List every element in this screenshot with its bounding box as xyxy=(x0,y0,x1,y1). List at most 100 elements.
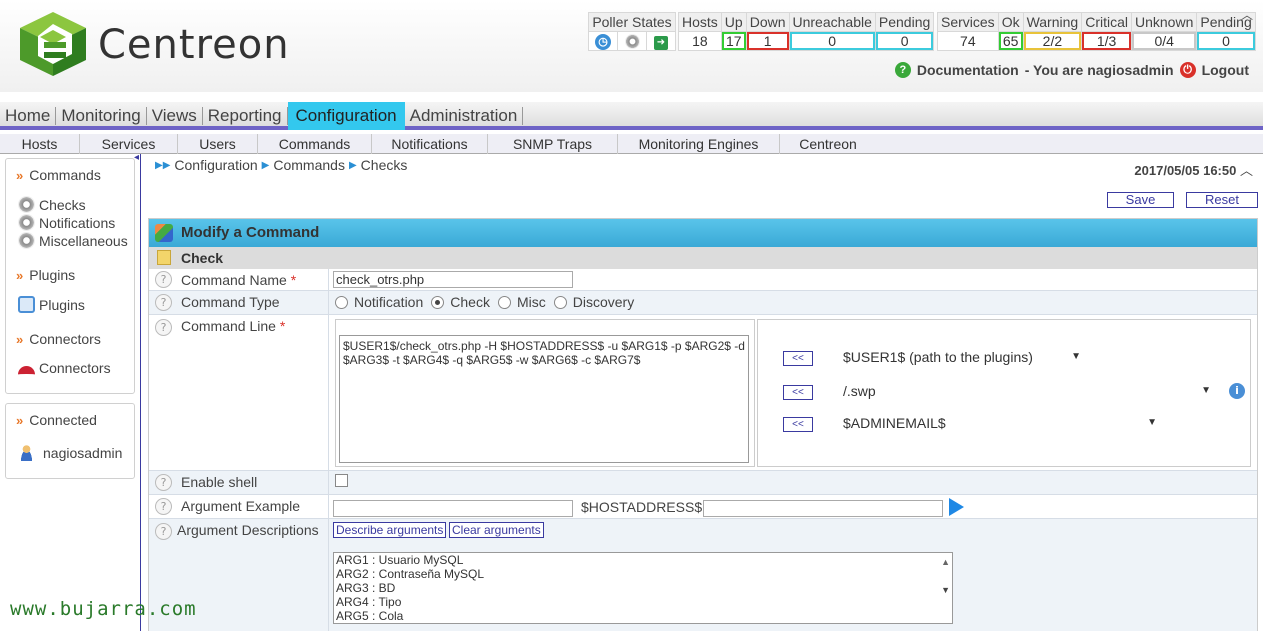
radio-notification[interactable]: Notification xyxy=(335,294,423,310)
documentation-link[interactable]: Documentation xyxy=(917,62,1019,78)
save-button[interactable]: Save xyxy=(1107,192,1174,208)
breadcrumb-commands[interactable]: Commands xyxy=(273,157,345,173)
insert-resource-button[interactable]: << xyxy=(783,385,813,400)
submenu-services[interactable]: Services xyxy=(80,134,178,154)
hosts-unreachable[interactable]: 0 xyxy=(789,32,875,50)
row-command-name: ? Command Name * check_otrs.php xyxy=(149,269,1257,291)
row-command-line: ? Command Line * $USER1$/check_otrs.php … xyxy=(149,315,1257,471)
chevron-up-icon[interactable]: ︿ xyxy=(1240,163,1253,178)
help-icon: ? xyxy=(894,62,911,78)
sidebar-item-connectors[interactable]: Connectors xyxy=(18,360,111,376)
menu-monitoring[interactable]: Monitoring xyxy=(56,107,147,125)
radio-misc[interactable]: Misc xyxy=(497,294,546,310)
breadcrumb-checks[interactable]: Checks xyxy=(361,157,408,173)
sidebar-item-notifications[interactable]: Notifications xyxy=(18,214,115,231)
admin-macro-select[interactable]: $ADMINEMAIL$ ▼ xyxy=(839,413,1161,433)
submenu-notifications[interactable]: Notifications xyxy=(372,134,488,154)
submenu-users[interactable]: Users xyxy=(178,134,258,154)
submenu-centreon[interactable]: Centreon xyxy=(780,134,876,154)
watermark: www.bujarra.com xyxy=(10,598,197,620)
command-line-label: Command Line * xyxy=(149,315,329,470)
dropdown-caret-icon: ▼ xyxy=(1147,417,1157,428)
row-argument-example: ? Argument Example $HOSTADDRESS$ xyxy=(149,495,1257,519)
breadcrumb-start-icon: ▶▶ xyxy=(155,159,171,171)
scroll-up-icon[interactable]: ▲ xyxy=(941,555,950,569)
centreon-logo[interactable]: Centreon xyxy=(18,10,318,80)
command-line-textarea[interactable]: $USER1$/check_otrs.php -H $HOSTADDRESS$ … xyxy=(339,335,749,463)
clock-icon[interactable]: ◷ xyxy=(589,32,617,50)
sidebar-connected: » Connected nagiosadmin xyxy=(5,403,135,479)
menu-home[interactable]: Home xyxy=(0,107,57,125)
hosts-down[interactable]: 1 xyxy=(746,32,789,50)
reset-button[interactable]: Reset xyxy=(1186,192,1258,208)
collapse-sidebar-icon[interactable]: ◂ xyxy=(134,152,139,163)
menu-administration[interactable]: Administration xyxy=(405,107,524,125)
resource-select[interactable]: /.swp ▼ xyxy=(839,381,1215,401)
breadcrumb-configuration[interactable]: Configuration xyxy=(174,157,257,173)
insert-macro-button[interactable]: << xyxy=(783,351,813,366)
argument-line: ARG3 : BD xyxy=(336,581,396,595)
sidebar-connected-head: » Connected xyxy=(16,412,97,428)
gear-icon[interactable] xyxy=(618,32,646,50)
hosts-header: Hosts xyxy=(679,13,721,31)
sidebar-item-checks[interactable]: Checks xyxy=(18,196,86,213)
app-window: Centreon Poller States ◷ ➜ Hosts Up Down… xyxy=(0,0,1263,631)
submenu-snmp-traps[interactable]: SNMP Traps xyxy=(488,134,618,154)
main-menu: Home Monitoring Views Reporting Configur… xyxy=(0,102,1263,130)
form-title: Modify a Command xyxy=(149,219,1257,247)
user-text: - You are nagiosadmin xyxy=(1024,62,1174,78)
enable-shell-checkbox[interactable] xyxy=(335,474,348,487)
insert-admin-macro-button[interactable]: << xyxy=(783,417,813,432)
argument-example-input[interactable] xyxy=(333,500,573,517)
submenu-commands[interactable]: Commands xyxy=(258,134,372,154)
services-warning[interactable]: 2/2 xyxy=(1023,32,1082,50)
scroll-down-icon[interactable]: ▼ xyxy=(941,583,950,597)
argument-line: ARG1 : Usuario MySQL xyxy=(336,553,464,567)
chevron-right-icon: » xyxy=(16,168,24,183)
radio-discovery[interactable]: Discovery xyxy=(553,294,634,310)
row-argument-descriptions: ? Argument Descriptions Describe argumen… xyxy=(149,519,1257,631)
gauge-icon xyxy=(18,365,35,375)
pending-header: Pending xyxy=(875,13,934,31)
play-icon[interactable] xyxy=(949,498,964,516)
logout-link[interactable]: Logout xyxy=(1202,62,1249,78)
breadcrumb-separator-icon: ▶ xyxy=(261,159,270,171)
hostaddress-input[interactable] xyxy=(703,500,943,517)
menu-views[interactable]: Views xyxy=(147,107,203,125)
sidebar-connected-user[interactable]: nagiosadmin xyxy=(18,444,122,461)
hosts-pending[interactable]: 0 xyxy=(875,32,934,50)
services-total[interactable]: 74 xyxy=(938,32,998,50)
argument-descriptions-textarea[interactable]: ARG1 : Usuario MySQL ARG2 : Contraseña M… xyxy=(333,552,953,624)
argument-line: ARG2 : Contraseña MySQL xyxy=(336,567,485,581)
sidebar-divider xyxy=(140,154,141,631)
argument-line: ARG4 : Tipo xyxy=(336,595,402,609)
collapse-header-icon[interactable]: ︿ xyxy=(1241,6,1253,23)
menu-configuration[interactable]: Configuration xyxy=(287,102,405,130)
services-critical[interactable]: 1/3 xyxy=(1082,32,1131,50)
poller-states-table: Poller States ◷ ➜ xyxy=(588,12,676,51)
radio-check[interactable]: Check xyxy=(431,294,490,310)
clear-arguments-button[interactable]: Clear arguments xyxy=(449,522,544,538)
menu-reporting[interactable]: Reporting xyxy=(203,107,288,125)
dropdown-caret-icon: ▼ xyxy=(1071,351,1081,362)
sidebar-item-miscellaneous[interactable]: Miscellaneous xyxy=(18,232,128,249)
services-ok[interactable]: 65 xyxy=(998,32,1023,50)
submenu-hosts[interactable]: Hosts xyxy=(0,134,80,154)
macro-select-user1[interactable]: $USER1$ (path to the plugins) ▼ xyxy=(839,347,1085,367)
hosts-status-table: Hosts Up Down Unreachable Pending 18 17 … xyxy=(678,12,935,51)
hosts-up[interactable]: 17 xyxy=(721,32,746,50)
database-icon[interactable]: ➜ xyxy=(647,32,675,50)
services-unknown[interactable]: 0/4 xyxy=(1131,32,1197,50)
hosts-total[interactable]: 18 xyxy=(679,32,721,50)
modify-command-form: Modify a Command Check ? Command Name * … xyxy=(148,218,1258,631)
info-icon[interactable]: i xyxy=(1229,383,1245,399)
chevron-right-icon: » xyxy=(16,332,24,347)
section-check: Check xyxy=(149,247,1257,269)
breadcrumb-separator-icon: ▶ xyxy=(348,159,357,171)
submenu-monitoring-engines[interactable]: Monitoring Engines xyxy=(618,134,780,154)
services-pending[interactable]: 0 xyxy=(1197,32,1255,50)
command-name-input[interactable]: check_otrs.php xyxy=(333,271,573,288)
sidebar-item-plugins[interactable]: Plugins xyxy=(18,296,85,313)
describe-arguments-button[interactable]: Describe arguments xyxy=(333,522,447,538)
sidebar-connectors-head: » Connectors xyxy=(16,331,101,347)
